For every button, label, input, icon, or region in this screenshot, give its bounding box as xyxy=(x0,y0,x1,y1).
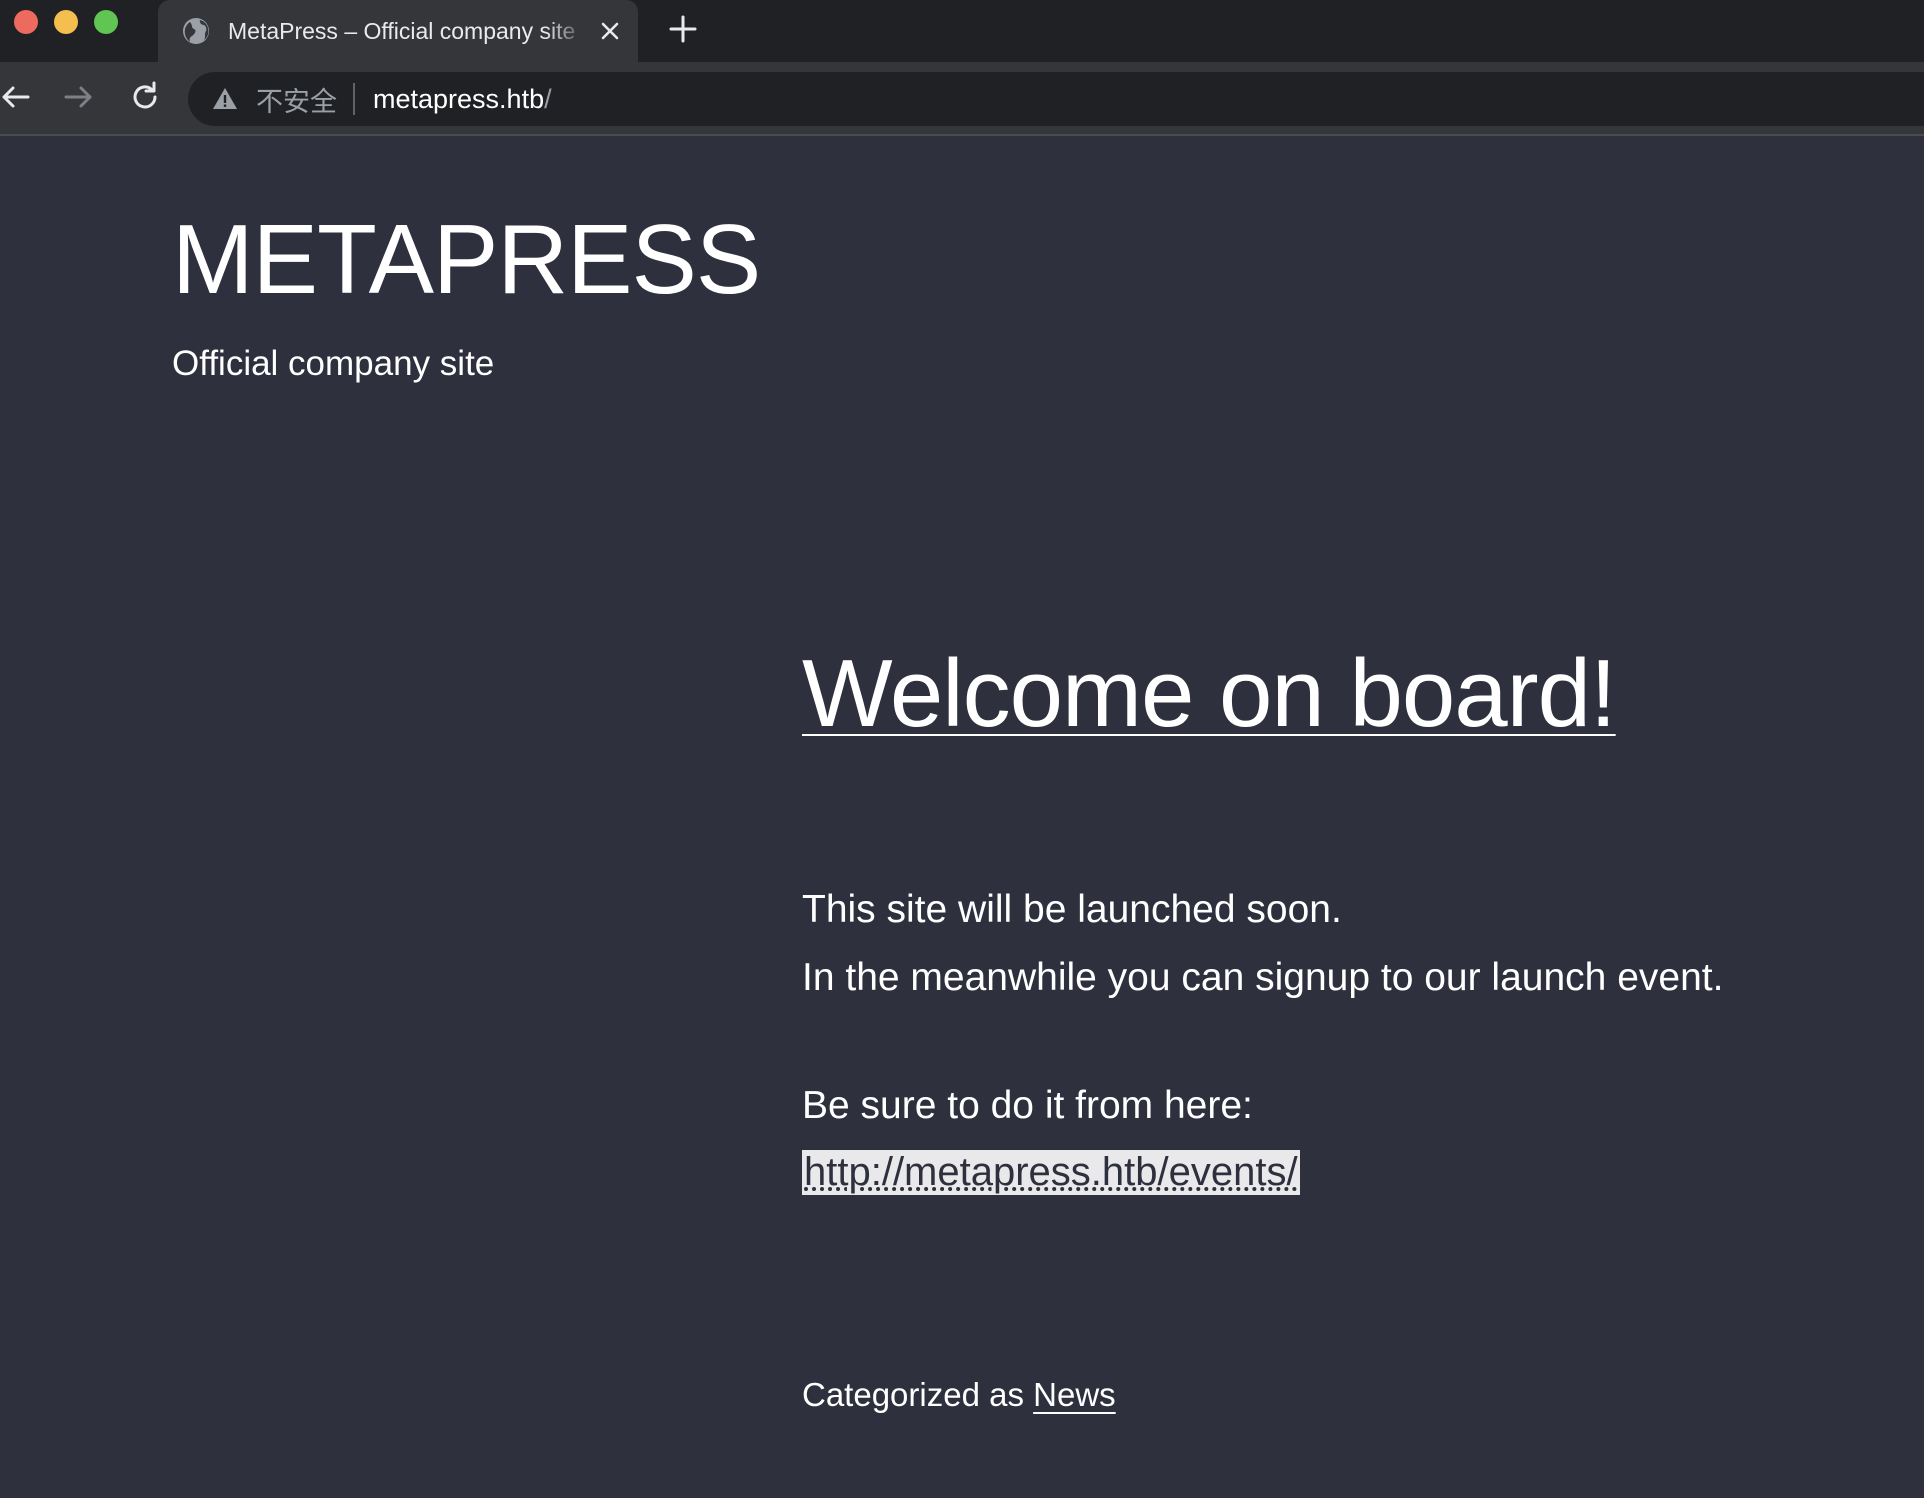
window-close-button[interactable] xyxy=(14,10,38,34)
url-host: metapress.htb xyxy=(373,83,545,114)
post-title-link[interactable]: Welcome on board! xyxy=(802,640,1617,748)
reload-icon[interactable] xyxy=(128,80,162,114)
globe-icon xyxy=(183,18,209,44)
warning-icon[interactable] xyxy=(212,86,238,112)
new-tab-plus-icon[interactable] xyxy=(668,14,698,44)
url-path: / xyxy=(544,83,552,114)
back-arrow-icon[interactable] xyxy=(0,80,34,114)
categorized-label: Categorized as xyxy=(802,1376,1024,1413)
address-bar[interactable]: 不安全 metapress.htb/ xyxy=(188,72,1924,126)
post-paragraph: This site will be launched soon. xyxy=(802,888,1342,931)
window-minimize-button[interactable] xyxy=(54,10,78,34)
events-link[interactable]: http://metapress.htb/events/ xyxy=(802,1150,1300,1195)
window-maximize-button[interactable] xyxy=(94,10,118,34)
site-title[interactable]: METAPRESS xyxy=(172,210,761,308)
close-icon[interactable] xyxy=(600,21,620,41)
insecure-label[interactable]: 不安全 xyxy=(256,80,337,119)
browser-tab-bar: MetaPress – Official company site xyxy=(0,0,1924,62)
address-divider xyxy=(353,83,355,115)
post-paragraph: Be sure to do it from here: xyxy=(802,1084,1253,1127)
forward-arrow-icon[interactable] xyxy=(62,80,96,114)
post-category-meta: Categorized as News xyxy=(802,1376,1116,1414)
post-paragraph: In the meanwhile you can signup to our l… xyxy=(802,956,1724,999)
category-link-news[interactable]: News xyxy=(1033,1376,1116,1413)
browser-tab-active[interactable]: MetaPress – Official company site xyxy=(158,0,638,62)
site-description: Official company site xyxy=(172,344,495,383)
url-text[interactable]: metapress.htb/ xyxy=(373,84,552,115)
browser-toolbar: 不安全 metapress.htb/ xyxy=(0,62,1924,136)
tab-title: MetaPress – Official company site xyxy=(228,17,576,44)
